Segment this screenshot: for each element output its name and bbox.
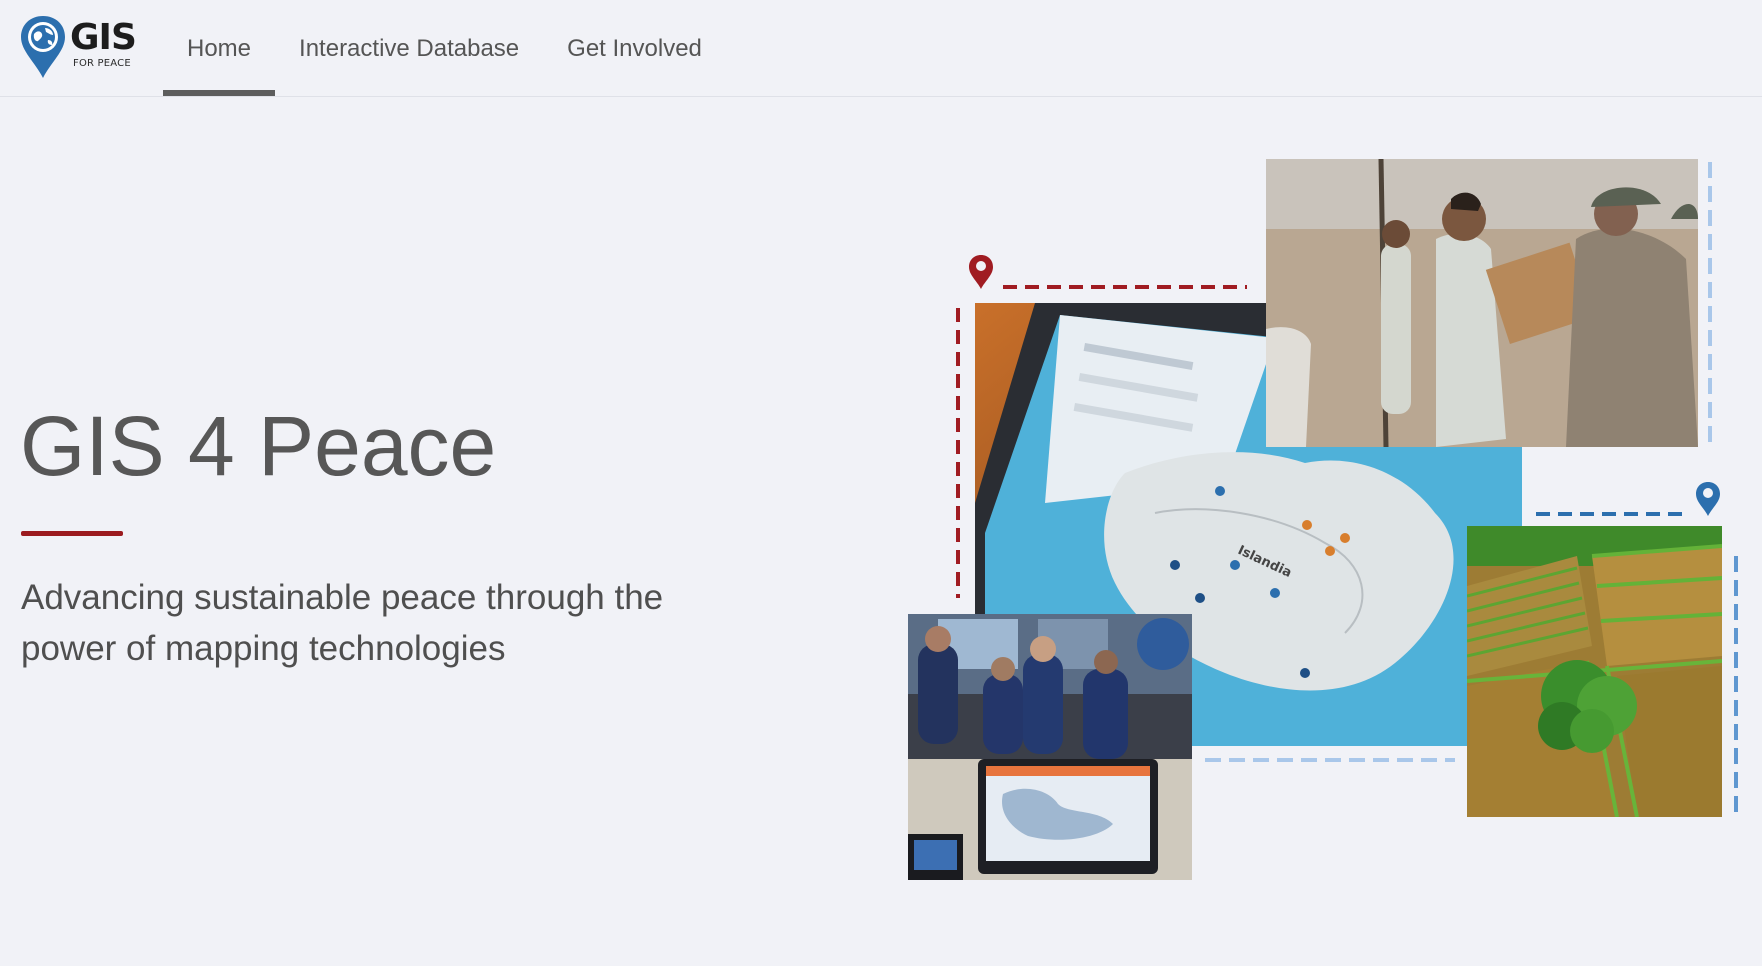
nav-interactive-database[interactable]: Interactive Database <box>275 0 543 97</box>
nav-home[interactable]: Home <box>163 0 276 97</box>
blue-dashed-line-right-bottom <box>1734 556 1738 814</box>
logo-wordmark: GIS <box>70 17 137 58</box>
logo[interactable]: GIS FOR PEACE <box>18 14 138 80</box>
hero-subtitle: Advancing sustainable peace through the … <box>21 578 664 668</box>
control-room-photo <box>908 614 1192 880</box>
map-pin-logo-icon <box>21 16 65 78</box>
lightblue-dashed-line-right-top <box>1708 162 1712 450</box>
blue-dashed-line-middle <box>1536 512 1684 516</box>
lightblue-dashed-line-bottom <box>1205 758 1455 762</box>
logo-tagline: FOR PEACE <box>73 58 131 69</box>
blue-location-pin-icon <box>1696 482 1720 516</box>
aid-delivery-photo <box>1266 159 1698 447</box>
top-navbar: GIS FOR PEACE Home Interactive Database … <box>0 0 1762 97</box>
red-location-pin-icon <box>969 255 993 289</box>
main-nav: Home Interactive Database Get Involved <box>163 0 726 97</box>
farmland-photo <box>1467 526 1722 817</box>
hero-title: GIS 4 Peace <box>20 399 497 493</box>
nav-get-involved[interactable]: Get Involved <box>543 0 726 97</box>
red-dashed-line-top <box>1003 285 1247 289</box>
red-dashed-line-left <box>956 308 960 598</box>
title-underline <box>21 531 123 536</box>
